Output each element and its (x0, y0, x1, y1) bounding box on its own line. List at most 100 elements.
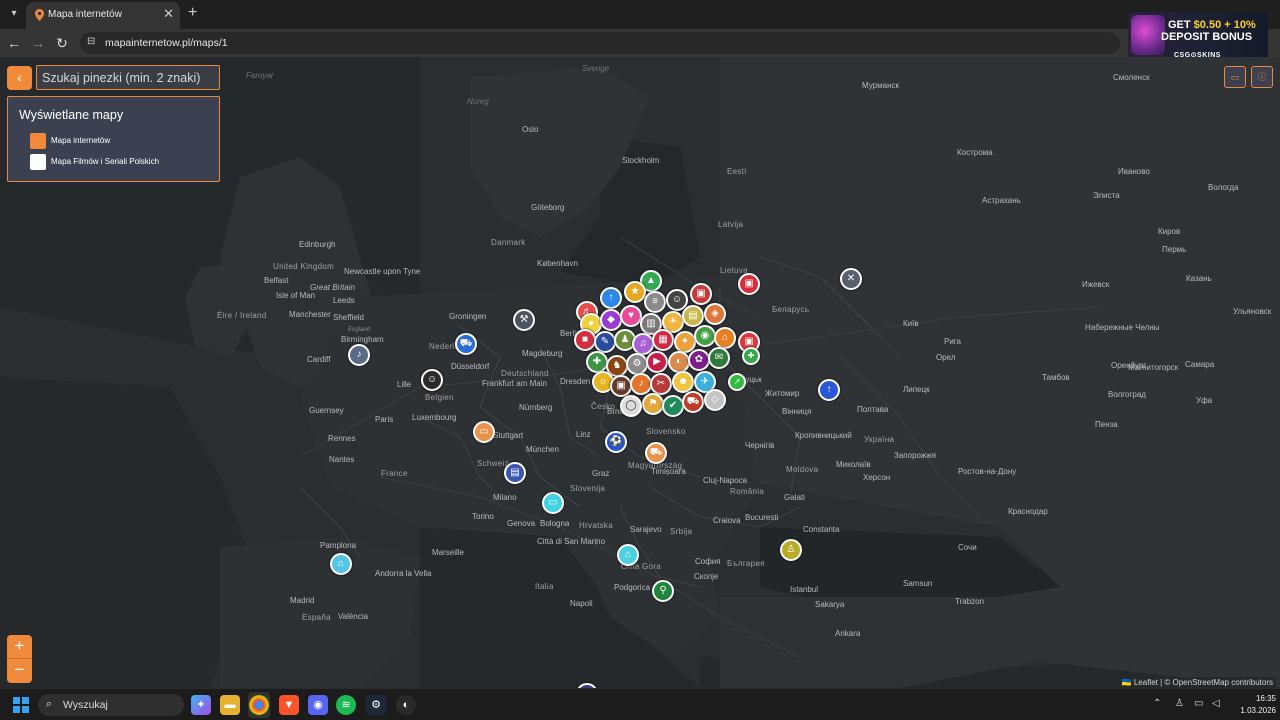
microphone-icon[interactable]: ♙ (780, 539, 802, 561)
spotify-icon[interactable]: ≋ (336, 695, 356, 715)
person-icon[interactable]: ☺ (421, 369, 443, 391)
steam-icon[interactable]: ⚙ (366, 695, 386, 715)
map-label: Edinburgh (299, 240, 336, 249)
pin-search-input[interactable] (36, 65, 220, 90)
map-pin[interactable]: ▤ (682, 305, 704, 327)
volume-icon[interactable]: ◁ (1212, 698, 1220, 709)
map-pin[interactable]: ▣ (690, 283, 712, 305)
info-circle-icon[interactable]: ⓘ (1251, 66, 1273, 88)
copilot-icon[interactable]: ✦ (191, 695, 211, 715)
address-bar: ← → ↻ ⊟ mapainternetow.pl/maps/1 (0, 29, 1280, 57)
map-pin[interactable]: ⚙ (626, 353, 648, 375)
close-tab-icon[interactable]: ✕ (163, 6, 174, 22)
map-pin[interactable]: ◇ (704, 389, 726, 411)
map-label: Hrvatska (579, 521, 613, 530)
clock[interactable]: 16:35 1.03.2026 (1230, 693, 1276, 717)
id-card-icon[interactable]: ▤ (504, 462, 526, 484)
map-label: Кропивницький (795, 431, 852, 440)
truck-icon[interactable]: ⛟ (645, 442, 667, 464)
map-pin[interactable]: ■ (574, 329, 596, 351)
trash-icon[interactable]: ▣ (738, 273, 760, 295)
map-pin[interactable]: ≡ (644, 291, 666, 313)
temple-icon[interactable]: ⌂ (330, 553, 352, 575)
map-label: Leeds (333, 296, 355, 305)
file-explorer-icon[interactable]: ▬ (220, 695, 240, 715)
map-label: Ankara (835, 629, 861, 638)
map-pin[interactable]: ✚ (586, 351, 608, 373)
map-pin[interactable]: ⌂ (714, 327, 736, 349)
network-icon[interactable]: ▭ (1194, 698, 1203, 709)
info-icon[interactable]: ↑ (818, 379, 840, 401)
forward-icon[interactable]: → (29, 34, 47, 52)
map-label: Житомир (765, 389, 800, 398)
discord-icon[interactable]: ◉ (308, 695, 328, 715)
chrome-icon[interactable] (249, 695, 269, 715)
map-label: England (348, 327, 371, 333)
map-pin[interactable]: ↑ (600, 287, 622, 309)
windows-start-icon[interactable] (13, 697, 29, 713)
map-label: Сочи (958, 543, 977, 552)
reload-icon[interactable]: ↻ (53, 34, 71, 52)
taskbar-search[interactable]: ⌕ Wyszukaj (38, 694, 184, 716)
excavator-icon[interactable]: ⚒ (513, 309, 535, 331)
map-label: Trabzon (955, 597, 985, 606)
map-pin[interactable]: ◐ (668, 351, 690, 373)
map-pin[interactable]: ◆ (600, 309, 622, 331)
map-pin[interactable]: ♥ (620, 305, 642, 327)
map-pin[interactable]: ◉ (694, 325, 716, 347)
map-pin[interactable]: ◯ (620, 395, 642, 417)
map-pin[interactable]: ♪ (630, 373, 652, 395)
map-pin[interactable]: ☻ (672, 371, 694, 393)
url-field[interactable]: ⊟ mapainternetow.pl/maps/1 (80, 32, 1120, 54)
map-pin[interactable]: ▣ (610, 375, 632, 397)
map-attribution[interactable]: 🇺🇦 Leaflet | © OpenStreetMap contributor… (1118, 677, 1276, 688)
map-pin[interactable]: ✂ (650, 373, 672, 395)
screen-icon[interactable]: ▭ (1224, 66, 1246, 88)
map-pin[interactable]: ✔ (662, 395, 684, 417)
map-label: Sarajevo (630, 525, 662, 534)
site-info-icon[interactable]: ⊟ (87, 36, 99, 48)
guitar-icon[interactable]: ♪ (348, 344, 370, 366)
satellite-icon[interactable]: ✕ (840, 268, 862, 290)
house-icon[interactable]: ⌂ (617, 544, 639, 566)
github-desktop-icon[interactable]: ◐ (396, 695, 416, 715)
tab-search-button[interactable]: ▾ (5, 5, 23, 23)
map-pin[interactable]: ⛟ (682, 391, 704, 413)
color-swatch (30, 154, 46, 170)
map-pin[interactable]: ✉ (708, 347, 730, 369)
map-pin[interactable]: ✿ (688, 349, 710, 371)
map-pin[interactable]: ◈ (704, 303, 726, 325)
map-label: Cluj-Napoca (703, 476, 748, 485)
car-icon[interactable]: ⛟ (455, 333, 477, 355)
map-pin[interactable]: ↗ (728, 373, 746, 391)
map-pin[interactable]: ✎ (594, 331, 616, 353)
ad-line1: GET $0.50 + 10% (1168, 19, 1256, 31)
map-pin[interactable]: ▶ (646, 351, 668, 373)
map-label: Newcastle upon Tyne (344, 267, 421, 276)
soccer-icon[interactable]: ⚽ (605, 431, 627, 453)
zoom-out-button[interactable]: − (7, 659, 32, 683)
map-label: Україна (864, 435, 895, 444)
map-label: Stockholm (622, 156, 660, 165)
map-label: Slovensko (646, 427, 686, 436)
bicycle-icon[interactable]: ⚲ (652, 580, 674, 602)
browser-tab[interactable]: Mapa internetów ✕ (26, 2, 180, 29)
map-label: Srbija (670, 527, 693, 536)
map-pin[interactable]: ★ (624, 281, 646, 303)
zoom-in-button[interactable]: + (7, 635, 32, 659)
map-pin[interactable]: ⚑ (642, 393, 664, 415)
map-label: Oslo (522, 125, 539, 134)
tray-chevron-icon[interactable]: ⌃ (1153, 698, 1161, 709)
microphone-tray-icon[interactable]: ♙ (1175, 698, 1184, 709)
back-icon[interactable]: ← (5, 34, 23, 52)
displayed-maps-panel: Wyświetlane mapy Mapa internetów Mapa Fi… (7, 96, 220, 182)
map-pin[interactable]: ✚ (742, 347, 760, 365)
ad-character-image (1131, 15, 1165, 55)
ticket-icon[interactable]: ▭ (473, 421, 495, 443)
map-pin[interactable]: ▦ (652, 329, 674, 351)
new-tab-button[interactable]: + (188, 4, 197, 22)
map-label: Bologna (540, 519, 570, 528)
bus-icon[interactable]: ▭ (542, 492, 564, 514)
map-back-button[interactable]: ‹ (7, 66, 32, 90)
brave-icon[interactable]: ▼ (279, 695, 299, 715)
